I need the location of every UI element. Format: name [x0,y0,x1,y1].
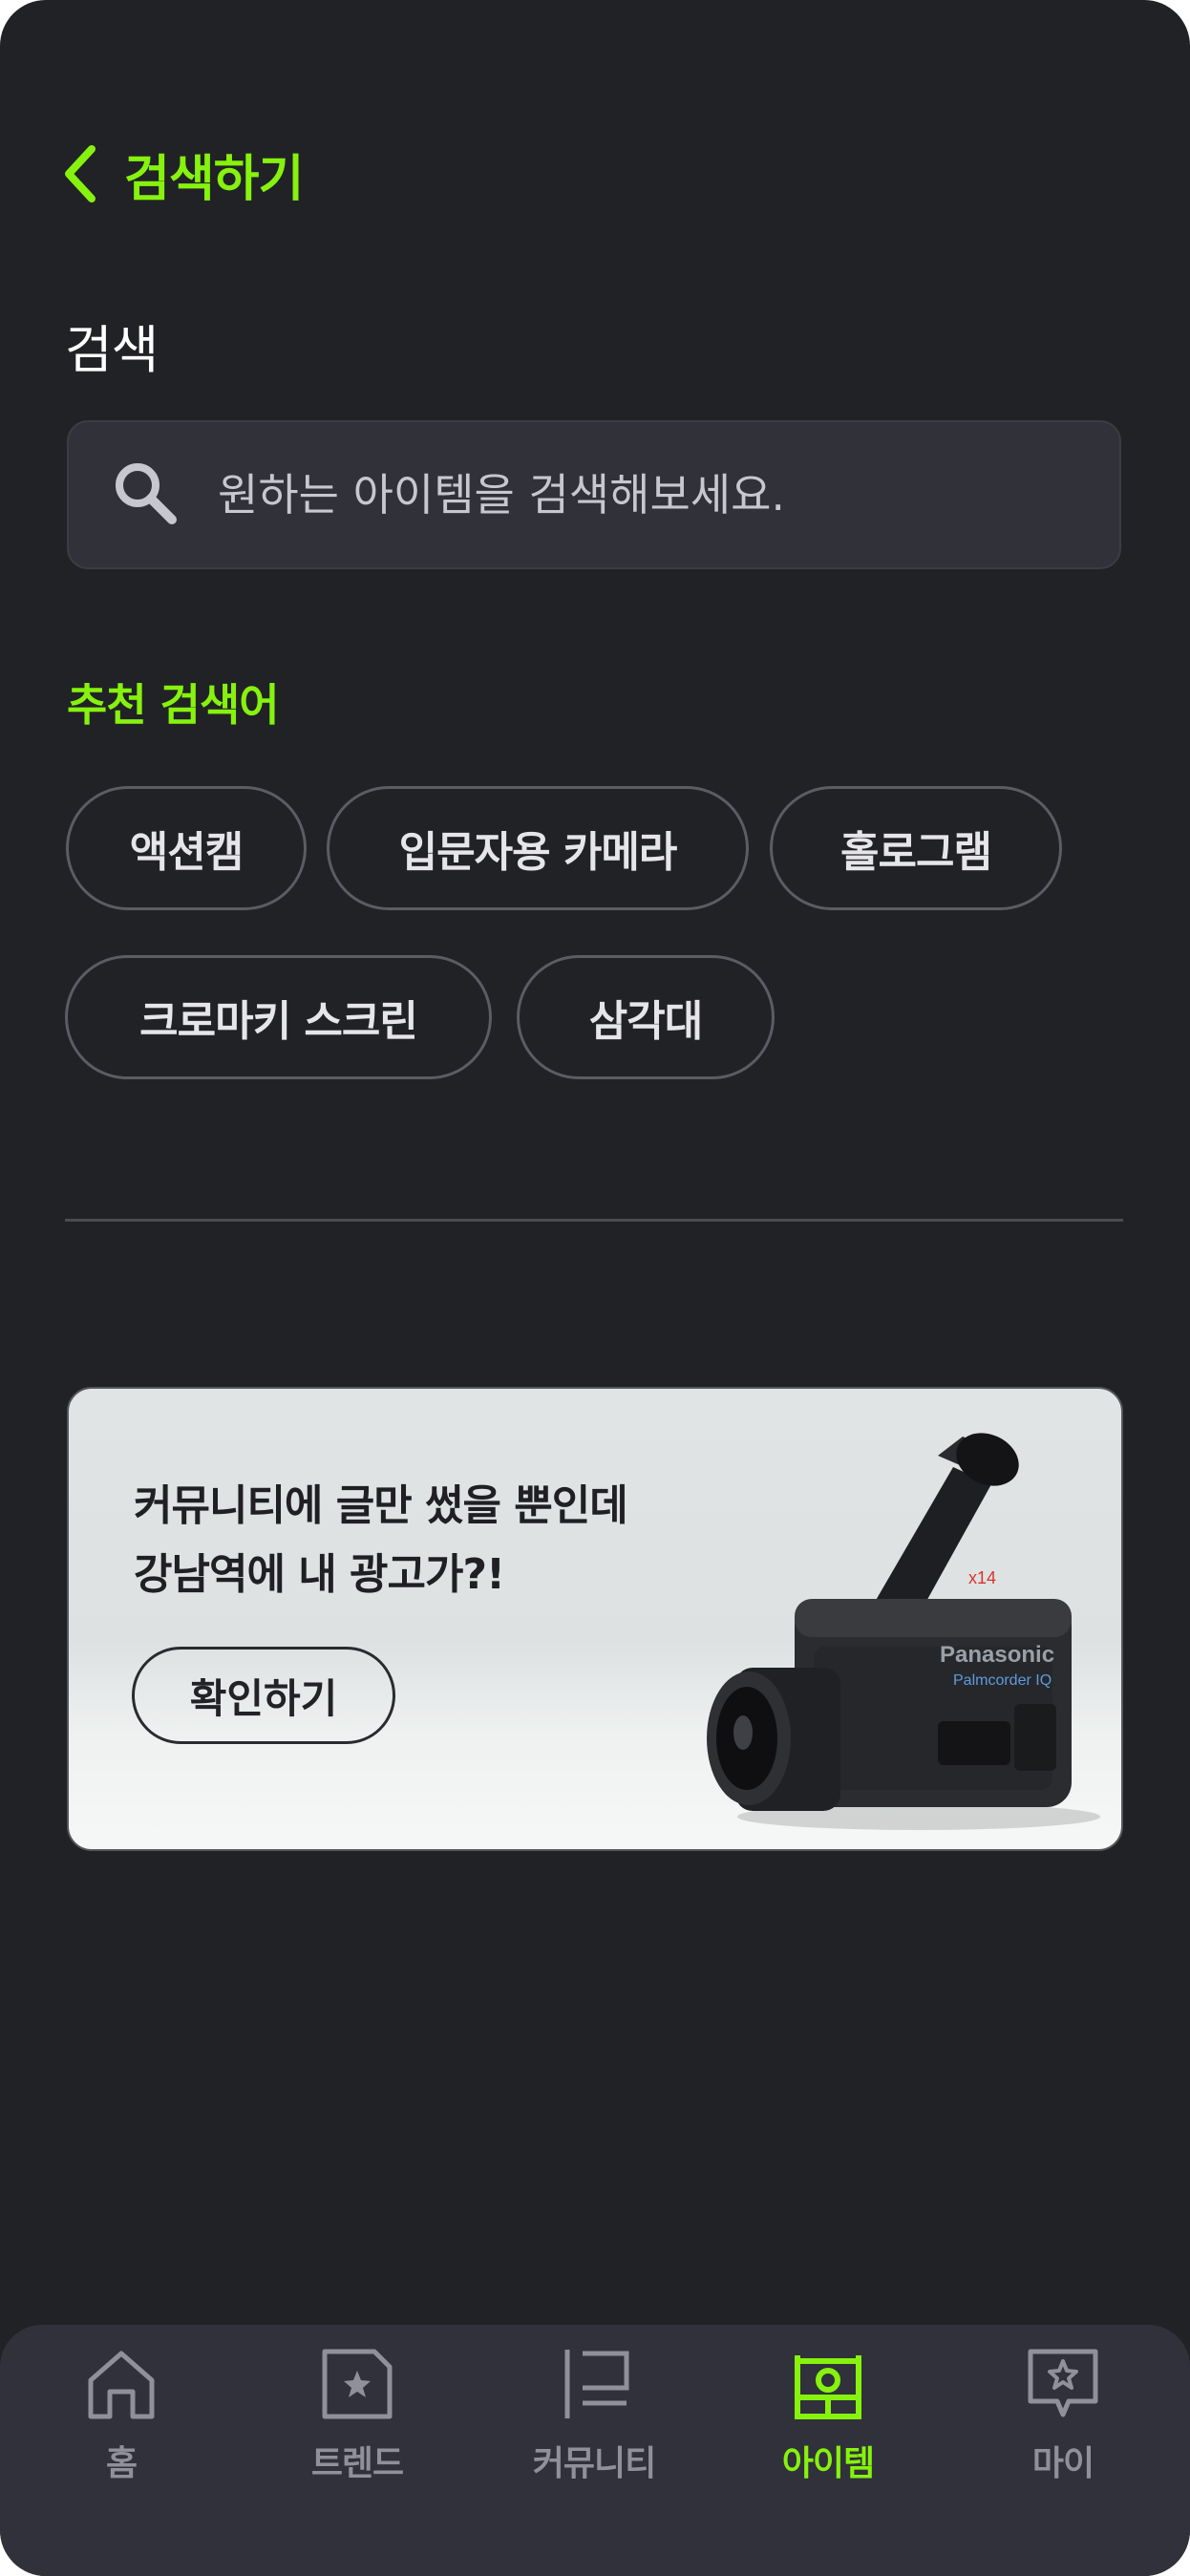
tab-trend-label: 트렌드 [310,2444,404,2483]
page-title: 검색하기 [124,150,304,208]
keyword-chip-beginner-camera[interactable]: 입문자용 카메라 [327,786,749,910]
tab-item[interactable]: 아이템 [747,2346,909,2508]
search-input[interactable] [218,469,1077,521]
tab-community[interactable]: 커뮤니티 [513,2346,675,2508]
item-icon [790,2346,866,2426]
keyword-chip-tripod[interactable]: 삼각대 [517,955,775,1079]
camera-brand-text: Panasonic [940,1642,1054,1668]
camcorder-image: x14 Panasonic Palmcorder IQ [707,1433,1100,1830]
chevron-left-icon [61,143,99,204]
section-divider [65,1219,1123,1222]
tab-community-label: 커뮤니티 [532,2444,656,2483]
search-bar[interactable] [67,420,1121,569]
trend-icon [319,2346,395,2426]
bottom-tab-bar: 홈 트렌드 커뮤니티 아이템 마이 [0,2325,1190,2576]
tab-trend[interactable]: 트렌드 [276,2346,438,2508]
tab-item-label: 아이템 [781,2444,875,2483]
back-button[interactable]: 검색하기 [61,139,304,208]
confirm-button[interactable]: 확인하기 [132,1647,395,1744]
tab-my[interactable]: 마이 [982,2346,1144,2508]
search-section-label: 검색 [65,320,159,380]
promo-banner[interactable]: 커뮤니티에 글만 썼을 뿐인데 강남역에 내 광고가?! 확인하기 x14 Pa… [67,1387,1123,1851]
camera-zoom-text: x14 [968,1568,996,1587]
recommended-keywords-title: 추천 검색어 [67,679,280,731]
search-icon [111,458,180,531]
keyword-chip-action-cam[interactable]: 액션캠 [66,786,307,910]
home-icon [83,2346,159,2426]
my-icon [1025,2346,1101,2426]
tab-my-label: 마이 [1031,2444,1094,2483]
banner-headline-line2: 강남역에 내 광고가?! [134,1550,505,1599]
tab-home[interactable]: 홈 [40,2346,202,2508]
keyword-chip-chroma-key-screen[interactable]: 크로마키 스크린 [65,955,492,1079]
banner-headline-line1: 커뮤니티에 글만 썼을 뿐인데 [134,1481,628,1530]
keyword-chip-hologram[interactable]: 홀로그램 [770,786,1062,910]
app-screen: 검색하기 검색 추천 검색어 액션캠 입문자용 카메라 홀로그램 크로마키 스크… [0,0,1190,2576]
community-icon [556,2346,632,2426]
camera-model-text: Palmcorder IQ [953,1672,1052,1689]
tab-home-label: 홈 [105,2444,138,2483]
